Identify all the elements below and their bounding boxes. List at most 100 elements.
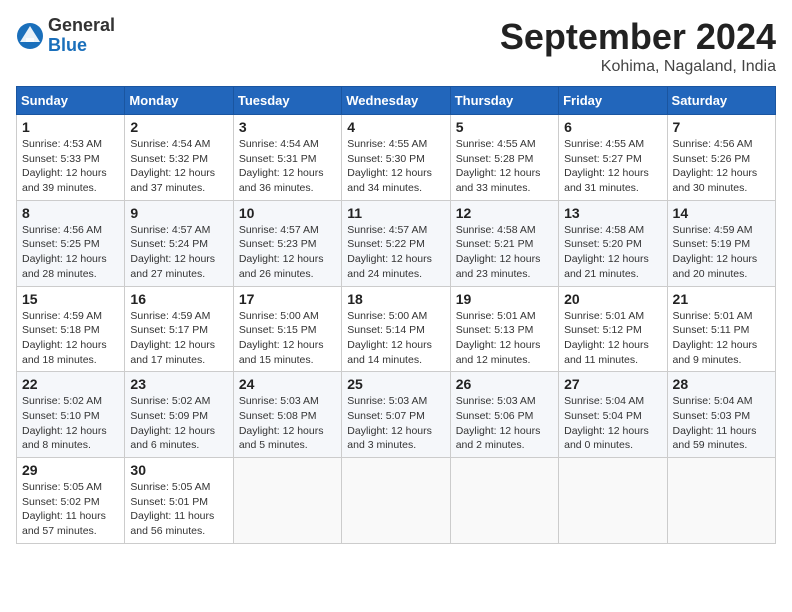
location-text: Kohima, Nagaland, India bbox=[500, 58, 776, 76]
col-wednesday: Wednesday bbox=[342, 87, 450, 115]
day-number: 1 bbox=[22, 119, 119, 135]
calendar-cell: 2 Sunrise: 4:54 AMSunset: 5:32 PMDaylight… bbox=[125, 115, 233, 201]
calendar-cell: 20 Sunrise: 5:01 AMSunset: 5:12 PMDayligh… bbox=[559, 286, 667, 372]
col-saturday: Saturday bbox=[667, 87, 775, 115]
calendar-week-row: 1 Sunrise: 4:53 AMSunset: 5:33 PMDaylight… bbox=[17, 115, 776, 201]
day-number: 21 bbox=[673, 291, 770, 307]
day-detail: Sunrise: 5:01 AMSunset: 5:13 PMDaylight:… bbox=[456, 309, 553, 368]
calendar-cell: 18Sunrise: 5:00 AMSunset: 5:14 PMDayligh… bbox=[342, 286, 450, 372]
day-number: 14 bbox=[673, 205, 770, 221]
calendar-cell: 1 Sunrise: 4:53 AMSunset: 5:33 PMDaylight… bbox=[17, 115, 125, 201]
day-detail: Sunrise: 4:55 AMSunset: 5:28 PMDaylight:… bbox=[456, 137, 553, 196]
day-detail: Sunrise: 5:00 AMSunset: 5:15 PMDaylight:… bbox=[239, 309, 336, 368]
day-detail: Sunrise: 5:04 AMSunset: 5:04 PMDaylight:… bbox=[564, 394, 661, 453]
month-title: September 2024 bbox=[500, 16, 776, 58]
calendar-cell: 30 Sunrise: 5:05 AMSunset: 5:01 PMDayligh… bbox=[125, 458, 233, 544]
day-detail: Sunrise: 4:53 AMSunset: 5:33 PMDaylight:… bbox=[22, 137, 119, 196]
day-detail: Sunrise: 5:04 AMSunset: 5:03 PMDaylight:… bbox=[673, 394, 770, 453]
day-number: 18 bbox=[347, 291, 444, 307]
day-detail: Sunrise: 4:56 AMSunset: 5:26 PMDaylight:… bbox=[673, 137, 770, 196]
day-detail: Sunrise: 5:01 AMSunset: 5:12 PMDaylight:… bbox=[564, 309, 661, 368]
day-number: 6 bbox=[564, 119, 661, 135]
day-detail: Sunrise: 4:59 AMSunset: 5:19 PMDaylight:… bbox=[673, 223, 770, 282]
day-number: 5 bbox=[456, 119, 553, 135]
day-number: 27 bbox=[564, 376, 661, 392]
day-number: 10 bbox=[239, 205, 336, 221]
day-detail: Sunrise: 5:02 AMSunset: 5:10 PMDaylight:… bbox=[22, 394, 119, 453]
col-sunday: Sunday bbox=[17, 87, 125, 115]
calendar-cell: 5 Sunrise: 4:55 AMSunset: 5:28 PMDaylight… bbox=[450, 115, 558, 201]
calendar-cell: 23 Sunrise: 5:02 AMSunset: 5:09 PMDayligh… bbox=[125, 372, 233, 458]
day-number: 15 bbox=[22, 291, 119, 307]
calendar-cell: 9Sunrise: 4:57 AMSunset: 5:24 PMDaylight… bbox=[125, 200, 233, 286]
day-number: 8 bbox=[22, 205, 119, 221]
day-number: 2 bbox=[130, 119, 227, 135]
day-detail: Sunrise: 5:02 AMSunset: 5:09 PMDaylight:… bbox=[130, 394, 227, 453]
calendar-cell: 19 Sunrise: 5:01 AMSunset: 5:13 PMDayligh… bbox=[450, 286, 558, 372]
calendar-cell: 14 Sunrise: 4:59 AMSunset: 5:19 PMDayligh… bbox=[667, 200, 775, 286]
col-monday: Monday bbox=[125, 87, 233, 115]
day-detail: Sunrise: 4:57 AMSunset: 5:22 PMDaylight:… bbox=[347, 223, 444, 282]
calendar-cell: 10Sunrise: 4:57 AMSunset: 5:23 PMDayligh… bbox=[233, 200, 341, 286]
calendar-cell: 17 Sunrise: 5:00 AMSunset: 5:15 PMDayligh… bbox=[233, 286, 341, 372]
day-detail: Sunrise: 5:01 AMSunset: 5:11 PMDaylight:… bbox=[673, 309, 770, 368]
calendar-cell bbox=[342, 458, 450, 544]
day-number: 4 bbox=[347, 119, 444, 135]
day-number: 11 bbox=[347, 205, 444, 221]
day-number: 28 bbox=[673, 376, 770, 392]
calendar-cell: 29 Sunrise: 5:05 AMSunset: 5:02 PMDayligh… bbox=[17, 458, 125, 544]
day-detail: Sunrise: 4:59 AMSunset: 5:17 PMDaylight:… bbox=[130, 309, 227, 368]
calendar-week-row: 22Sunrise: 5:02 AMSunset: 5:10 PMDayligh… bbox=[17, 372, 776, 458]
calendar-cell: 26 Sunrise: 5:03 AMSunset: 5:06 PMDayligh… bbox=[450, 372, 558, 458]
calendar-cell: 24Sunrise: 5:03 AMSunset: 5:08 PMDayligh… bbox=[233, 372, 341, 458]
col-tuesday: Tuesday bbox=[233, 87, 341, 115]
calendar-cell: 28 Sunrise: 5:04 AMSunset: 5:03 PMDayligh… bbox=[667, 372, 775, 458]
day-detail: Sunrise: 5:03 AMSunset: 5:08 PMDaylight:… bbox=[239, 394, 336, 453]
calendar-cell: 6Sunrise: 4:55 AMSunset: 5:27 PMDaylight… bbox=[559, 115, 667, 201]
logo-blue-text: Blue bbox=[48, 36, 115, 56]
col-thursday: Thursday bbox=[450, 87, 558, 115]
day-number: 7 bbox=[673, 119, 770, 135]
calendar-week-row: 29 Sunrise: 5:05 AMSunset: 5:02 PMDayligh… bbox=[17, 458, 776, 544]
day-number: 29 bbox=[22, 462, 119, 478]
day-number: 20 bbox=[564, 291, 661, 307]
calendar-cell: 3 Sunrise: 4:54 AMSunset: 5:31 PMDaylight… bbox=[233, 115, 341, 201]
calendar-cell: 13 Sunrise: 4:58 AMSunset: 5:20 PMDayligh… bbox=[559, 200, 667, 286]
calendar-cell bbox=[559, 458, 667, 544]
calendar-table: Sunday Monday Tuesday Wednesday Thursday… bbox=[16, 86, 776, 544]
col-friday: Friday bbox=[559, 87, 667, 115]
calendar-week-row: 15Sunrise: 4:59 AMSunset: 5:18 PMDayligh… bbox=[17, 286, 776, 372]
calendar-cell: 15Sunrise: 4:59 AMSunset: 5:18 PMDayligh… bbox=[17, 286, 125, 372]
calendar-cell: 21 Sunrise: 5:01 AMSunset: 5:11 PMDayligh… bbox=[667, 286, 775, 372]
day-detail: Sunrise: 4:58 AMSunset: 5:21 PMDaylight:… bbox=[456, 223, 553, 282]
day-number: 16 bbox=[130, 291, 227, 307]
calendar-cell: 4 Sunrise: 4:55 AMSunset: 5:30 PMDaylight… bbox=[342, 115, 450, 201]
day-number: 3 bbox=[239, 119, 336, 135]
calendar-cell: 7 Sunrise: 4:56 AMSunset: 5:26 PMDaylight… bbox=[667, 115, 775, 201]
day-number: 12 bbox=[456, 205, 553, 221]
page-header: General Blue September 2024 Kohima, Naga… bbox=[16, 16, 776, 76]
day-number: 30 bbox=[130, 462, 227, 478]
day-number: 25 bbox=[347, 376, 444, 392]
day-number: 13 bbox=[564, 205, 661, 221]
calendar-header-row: Sunday Monday Tuesday Wednesday Thursday… bbox=[17, 87, 776, 115]
calendar-cell: 8Sunrise: 4:56 AMSunset: 5:25 PMDaylight… bbox=[17, 200, 125, 286]
day-number: 23 bbox=[130, 376, 227, 392]
calendar-cell: 16 Sunrise: 4:59 AMSunset: 5:17 PMDayligh… bbox=[125, 286, 233, 372]
logo-icon bbox=[16, 22, 44, 50]
day-detail: Sunrise: 4:54 AMSunset: 5:32 PMDaylight:… bbox=[130, 137, 227, 196]
day-detail: Sunrise: 5:05 AMSunset: 5:01 PMDaylight:… bbox=[130, 480, 227, 539]
day-detail: Sunrise: 4:55 AMSunset: 5:30 PMDaylight:… bbox=[347, 137, 444, 196]
day-detail: Sunrise: 5:03 AMSunset: 5:06 PMDaylight:… bbox=[456, 394, 553, 453]
calendar-week-row: 8Sunrise: 4:56 AMSunset: 5:25 PMDaylight… bbox=[17, 200, 776, 286]
day-number: 17 bbox=[239, 291, 336, 307]
logo-general-text: General bbox=[48, 16, 115, 36]
calendar-cell: 27 Sunrise: 5:04 AMSunset: 5:04 PMDayligh… bbox=[559, 372, 667, 458]
day-detail: Sunrise: 5:03 AMSunset: 5:07 PMDaylight:… bbox=[347, 394, 444, 453]
calendar-cell: 25 Sunrise: 5:03 AMSunset: 5:07 PMDayligh… bbox=[342, 372, 450, 458]
day-detail: Sunrise: 4:58 AMSunset: 5:20 PMDaylight:… bbox=[564, 223, 661, 282]
day-detail: Sunrise: 5:05 AMSunset: 5:02 PMDaylight:… bbox=[22, 480, 119, 539]
day-detail: Sunrise: 4:54 AMSunset: 5:31 PMDaylight:… bbox=[239, 137, 336, 196]
day-number: 26 bbox=[456, 376, 553, 392]
day-number: 19 bbox=[456, 291, 553, 307]
